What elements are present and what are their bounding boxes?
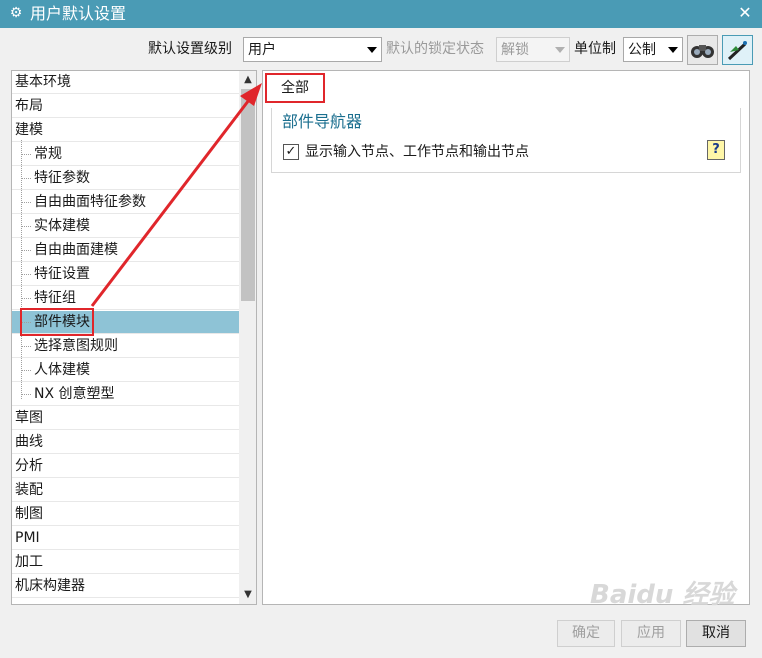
cancel-button[interactable]: 取消 — [686, 620, 746, 647]
apply-button[interactable]: 应用 — [621, 620, 681, 647]
annotation-arrow — [90, 83, 262, 307]
ok-button[interactable]: 确定 — [557, 620, 615, 647]
watermark: Baidu 经验 — [590, 580, 735, 610]
